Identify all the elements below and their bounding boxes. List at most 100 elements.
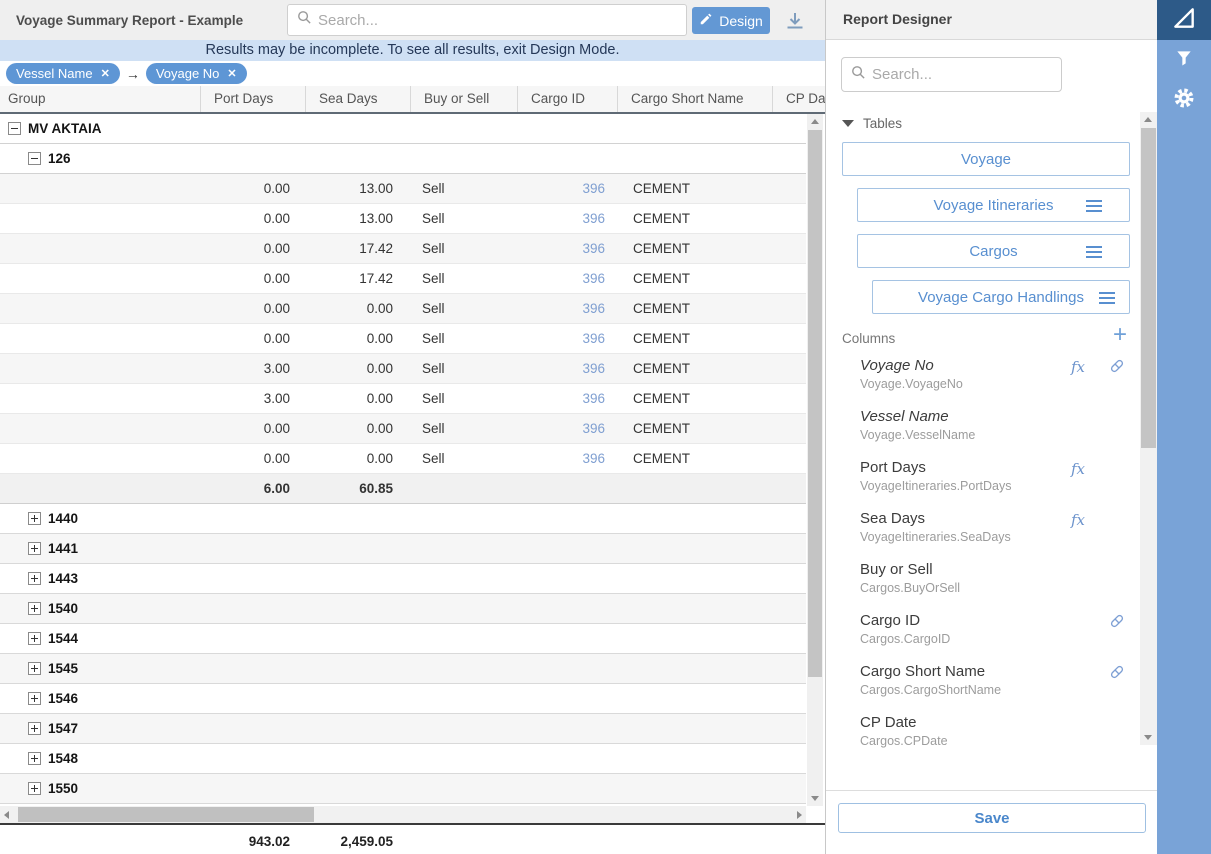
scroll-right-icon[interactable] bbox=[797, 811, 802, 819]
column-header-port-days[interactable]: Port Days bbox=[200, 86, 305, 112]
subtotal-port-days: 6.00 bbox=[200, 481, 290, 496]
voyage-group-label: 1548 bbox=[48, 751, 78, 766]
cargo-id-link[interactable]: 396 bbox=[517, 181, 605, 196]
column-label: Cargo ID bbox=[860, 612, 920, 629]
column-header-cp-date[interactable]: CP Date bbox=[772, 86, 825, 112]
tables-section-header[interactable]: Tables bbox=[842, 116, 902, 131]
scroll-up-icon[interactable] bbox=[1144, 117, 1152, 122]
expand-icon[interactable] bbox=[28, 692, 41, 705]
download-icon[interactable] bbox=[780, 10, 810, 32]
sea-days-cell: 0.00 bbox=[305, 331, 393, 346]
grand-total-row: 943.02 2,459.05 bbox=[0, 825, 825, 854]
table-row: 0.00 0.00 Sell 396 CEMENT bbox=[0, 294, 806, 324]
drag-handle-icon[interactable] bbox=[1086, 205, 1102, 207]
column-header-cargo-short-name[interactable]: Cargo Short Name bbox=[617, 86, 772, 112]
cargo-id-link[interactable]: 396 bbox=[517, 301, 605, 316]
drag-handle-icon[interactable] bbox=[1086, 251, 1102, 253]
collapsed-group-row: 1443 bbox=[0, 564, 806, 594]
column-path: VoyageItineraries.SeaDays bbox=[860, 530, 1011, 544]
designer-search-box[interactable] bbox=[841, 57, 1062, 92]
expand-icon[interactable] bbox=[28, 662, 41, 675]
designer-search-input[interactable] bbox=[872, 66, 1052, 83]
group-chip-vessel-name[interactable]: Vessel Name ✕ bbox=[6, 63, 120, 84]
design-button[interactable]: Design bbox=[692, 7, 770, 34]
cargo-short-name-cell: CEMENT bbox=[633, 451, 690, 466]
voyage-group-row: 126 bbox=[0, 144, 806, 174]
cargo-short-name-cell: CEMENT bbox=[633, 181, 690, 196]
link-icon[interactable] bbox=[1108, 612, 1126, 635]
column-item[interactable]: Sea Days VoyageItineraries.SeaDays fx bbox=[826, 505, 1140, 556]
save-button[interactable]: Save bbox=[838, 803, 1146, 833]
designer-tool-button[interactable] bbox=[1157, 0, 1211, 40]
formula-icon[interactable]: fx bbox=[1071, 358, 1085, 376]
column-header-sea-days[interactable]: Sea Days bbox=[305, 86, 410, 112]
close-icon[interactable]: ✕ bbox=[101, 67, 110, 80]
column-item[interactable]: Voyage No Voyage.VoyageNo fx bbox=[826, 352, 1140, 403]
column-item[interactable]: Port Days VoyageItineraries.PortDays fx bbox=[826, 454, 1140, 505]
table-button[interactable]: Cargos bbox=[857, 234, 1130, 268]
cargo-id-link[interactable]: 396 bbox=[517, 421, 605, 436]
group-chip-voyage-no[interactable]: Voyage No ✕ bbox=[146, 63, 247, 84]
scroll-left-icon[interactable] bbox=[4, 811, 9, 819]
collapse-icon[interactable] bbox=[28, 152, 41, 165]
filter-tool-button[interactable] bbox=[1157, 40, 1211, 80]
scroll-up-icon[interactable] bbox=[811, 119, 819, 124]
add-column-icon[interactable]: + bbox=[1113, 323, 1127, 347]
close-icon[interactable]: ✕ bbox=[227, 67, 236, 80]
cargo-id-link[interactable]: 396 bbox=[517, 451, 605, 466]
scroll-down-icon[interactable] bbox=[1144, 735, 1152, 740]
drag-handle-icon[interactable] bbox=[1099, 297, 1115, 299]
tables-section-label: Tables bbox=[863, 116, 902, 131]
table-button[interactable]: Voyage bbox=[842, 142, 1130, 176]
main-search-box[interactable] bbox=[287, 4, 687, 36]
column-header-group[interactable]: Group bbox=[0, 86, 200, 112]
collapse-icon[interactable] bbox=[8, 122, 21, 135]
cargo-id-link[interactable]: 396 bbox=[517, 331, 605, 346]
horizontal-scrollbar[interactable] bbox=[0, 806, 806, 823]
formula-icon[interactable]: fx bbox=[1071, 460, 1085, 478]
formula-icon[interactable]: fx bbox=[1071, 511, 1085, 529]
table-button[interactable]: Voyage Itineraries bbox=[857, 188, 1130, 222]
voyage-group-label: 1547 bbox=[48, 721, 78, 736]
horizontal-scrollbar-thumb[interactable] bbox=[18, 807, 314, 822]
expand-icon[interactable] bbox=[28, 782, 41, 795]
column-item[interactable]: Vessel Name Voyage.VesselName fx bbox=[826, 403, 1140, 454]
expand-icon[interactable] bbox=[28, 572, 41, 585]
column-path: Cargos.CPDate bbox=[860, 734, 948, 748]
column-header-cargo-id[interactable]: Cargo ID bbox=[517, 86, 617, 112]
expand-icon[interactable] bbox=[28, 512, 41, 525]
group-subtotal-row: 6.00 60.85 bbox=[0, 474, 806, 504]
search-input[interactable] bbox=[318, 12, 677, 29]
column-header-buy-or-sell[interactable]: Buy or Sell bbox=[410, 86, 517, 112]
designer-scrollbar-thumb[interactable] bbox=[1141, 128, 1156, 448]
column-item[interactable]: Cargo Short Name Cargos.CargoShortName f… bbox=[826, 658, 1140, 709]
vertical-scrollbar[interactable] bbox=[807, 114, 823, 806]
scroll-down-icon[interactable] bbox=[811, 796, 819, 801]
cargo-id-link[interactable]: 396 bbox=[517, 241, 605, 256]
buy-or-sell-cell: Sell bbox=[422, 331, 445, 346]
pencil-icon bbox=[699, 12, 713, 29]
vertical-scrollbar-thumb[interactable] bbox=[808, 130, 822, 677]
voyage-group-label: 1540 bbox=[48, 601, 78, 616]
settings-tool-button[interactable] bbox=[1157, 80, 1211, 120]
link-icon[interactable] bbox=[1108, 663, 1126, 686]
collapsed-group-row: 1546 bbox=[0, 684, 806, 714]
table-button-label: Voyage Cargo Handlings bbox=[918, 289, 1084, 306]
column-item[interactable]: CP Date Cargos.CPDate fx bbox=[826, 709, 1140, 760]
expand-icon[interactable] bbox=[28, 542, 41, 555]
expand-icon[interactable] bbox=[28, 602, 41, 615]
expand-icon[interactable] bbox=[28, 752, 41, 765]
column-item[interactable]: Buy or Sell Cargos.BuyOrSell fx bbox=[826, 556, 1140, 607]
table-button[interactable]: Voyage Cargo Handlings bbox=[872, 280, 1130, 314]
cargo-id-link[interactable]: 396 bbox=[517, 391, 605, 406]
cargo-id-link[interactable]: 396 bbox=[517, 271, 605, 286]
link-icon[interactable] bbox=[1108, 357, 1126, 380]
cargo-id-link[interactable]: 396 bbox=[517, 211, 605, 226]
table-button-label: Voyage Itineraries bbox=[933, 197, 1053, 214]
column-item[interactable]: Cargo ID Cargos.CargoID fx bbox=[826, 607, 1140, 658]
designer-scrollbar[interactable] bbox=[1140, 112, 1157, 745]
cargo-id-link[interactable]: 396 bbox=[517, 361, 605, 376]
column-label: Voyage No bbox=[860, 357, 934, 374]
expand-icon[interactable] bbox=[28, 632, 41, 645]
expand-icon[interactable] bbox=[28, 722, 41, 735]
